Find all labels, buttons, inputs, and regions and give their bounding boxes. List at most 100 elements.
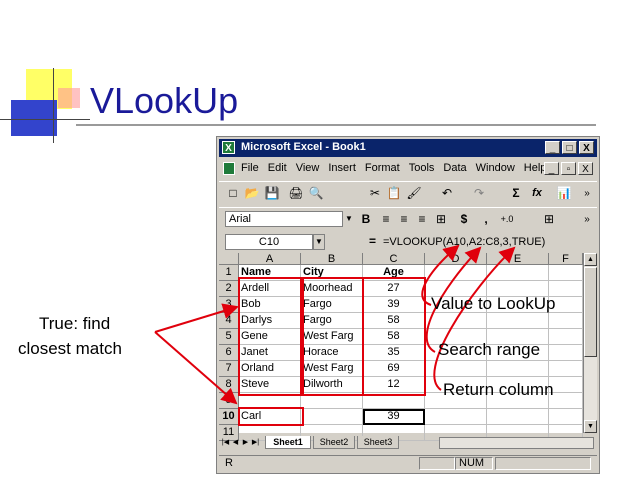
copy-icon[interactable]: 📋: [385, 185, 403, 202]
doc-close-button[interactable]: X: [578, 162, 593, 175]
table-cell[interactable]: West Farg: [301, 329, 363, 345]
table-cell[interactable]: Dilworth: [301, 377, 363, 393]
chart-wizard-icon[interactable]: 📊: [555, 185, 573, 202]
table-cell[interactable]: Darlys: [239, 313, 301, 329]
menu-edit[interactable]: Edit: [268, 162, 287, 174]
maximize-button[interactable]: □: [562, 141, 577, 154]
table-cell[interactable]: [487, 265, 549, 281]
table-cell[interactable]: [549, 393, 583, 409]
borders-icon[interactable]: ⊞: [541, 211, 557, 228]
formula-input[interactable]: =VLOOKUP(A10,A2:C8,3,TRUE): [383, 234, 545, 250]
next-sheet-icon[interactable]: ▶: [241, 437, 250, 448]
table-cell[interactable]: [549, 313, 583, 329]
table-cell[interactable]: 69: [363, 361, 425, 377]
scroll-down-icon[interactable]: ▼: [584, 420, 597, 433]
align-right-icon[interactable]: ≡: [415, 211, 429, 228]
menu-insert[interactable]: Insert: [328, 162, 356, 174]
table-cell[interactable]: City: [301, 265, 363, 281]
table-cell[interactable]: 39: [363, 409, 425, 425]
align-left-icon[interactable]: ≡: [379, 211, 393, 228]
table-cell[interactable]: [487, 361, 549, 377]
table-cell[interactable]: 58: [363, 329, 425, 345]
column-header-b[interactable]: B: [301, 253, 363, 265]
table-cell[interactable]: West Farg: [301, 361, 363, 377]
table-cell[interactable]: 35: [363, 345, 425, 361]
close-button[interactable]: X: [579, 141, 594, 154]
font-name-box[interactable]: Arial: [225, 211, 343, 227]
table-cell[interactable]: [425, 265, 487, 281]
table-cell[interactable]: Name: [239, 265, 301, 281]
column-header-e[interactable]: E: [487, 253, 549, 265]
last-sheet-icon[interactable]: ▶|: [251, 437, 260, 448]
scroll-thumb[interactable]: [584, 267, 597, 357]
row-header[interactable]: 6: [219, 345, 239, 361]
tab-sheet1[interactable]: Sheet1: [265, 436, 311, 449]
merge-center-icon[interactable]: ⊞: [433, 211, 449, 228]
table-cell[interactable]: [487, 409, 549, 425]
table-cell[interactable]: [425, 409, 487, 425]
table-cell[interactable]: 39: [363, 297, 425, 313]
new-icon[interactable]: □: [225, 185, 241, 202]
scroll-up-icon[interactable]: ▲: [584, 253, 597, 266]
table-cell[interactable]: [301, 393, 363, 409]
table-cell[interactable]: Steve: [239, 377, 301, 393]
open-icon[interactable]: 📂: [243, 185, 261, 202]
table-cell[interactable]: [425, 313, 487, 329]
table-cell[interactable]: Janet: [239, 345, 301, 361]
select-all-corner[interactable]: [219, 253, 239, 265]
table-cell[interactable]: [425, 361, 487, 377]
table-cell[interactable]: [487, 313, 549, 329]
comma-style-icon[interactable]: ,: [481, 211, 491, 228]
print-preview-icon[interactable]: 🔍: [307, 185, 325, 202]
doc-restore-button[interactable]: ▫: [561, 162, 576, 175]
row-header[interactable]: 4: [219, 313, 239, 329]
column-header-c[interactable]: C: [363, 253, 425, 265]
row-header[interactable]: 7: [219, 361, 239, 377]
row-header[interactable]: 2: [219, 281, 239, 297]
table-cell[interactable]: [549, 361, 583, 377]
table-cell[interactable]: [363, 393, 425, 409]
row-header[interactable]: 5: [219, 329, 239, 345]
menu-view[interactable]: View: [296, 162, 320, 174]
table-cell[interactable]: Fargo: [301, 313, 363, 329]
tab-sheet3[interactable]: Sheet3: [357, 436, 399, 449]
menu-data[interactable]: Data: [443, 162, 466, 174]
table-cell[interactable]: Orland: [239, 361, 301, 377]
workbook-icon[interactable]: [223, 162, 235, 175]
column-header-a[interactable]: A: [239, 253, 301, 265]
save-icon[interactable]: 💾: [263, 185, 281, 202]
table-cell[interactable]: [549, 409, 583, 425]
more-format-buttons-icon[interactable]: »: [581, 211, 593, 228]
menu-help[interactable]: Help: [524, 162, 547, 174]
table-cell[interactable]: [549, 345, 583, 361]
vertical-scrollbar[interactable]: ▲ ▼: [583, 253, 597, 433]
excel-title-bar[interactable]: X Microsoft Excel - Book1 _ □ X: [219, 139, 597, 157]
table-cell[interactable]: Age: [363, 265, 425, 281]
menu-file[interactable]: File: [241, 162, 259, 174]
font-dropdown-icon[interactable]: ▼: [343, 211, 355, 227]
table-cell[interactable]: Horace: [301, 345, 363, 361]
table-cell[interactable]: [301, 409, 363, 425]
menu-format[interactable]: Format: [365, 162, 400, 174]
autosum-icon[interactable]: Σ: [509, 185, 523, 202]
function-icon[interactable]: fx: [529, 185, 545, 202]
prev-sheet-icon[interactable]: ◀: [231, 437, 240, 448]
first-sheet-icon[interactable]: |◀: [221, 437, 230, 448]
table-cell[interactable]: 12: [363, 377, 425, 393]
column-header-f[interactable]: F: [549, 253, 583, 265]
row-header[interactable]: 3: [219, 297, 239, 313]
more-buttons-icon[interactable]: »: [581, 185, 593, 202]
table-cell[interactable]: [549, 329, 583, 345]
name-box-dropdown-icon[interactable]: ▼: [313, 234, 325, 250]
minimize-button[interactable]: _: [545, 141, 560, 154]
currency-icon[interactable]: $: [457, 211, 471, 228]
align-center-icon[interactable]: ≡: [397, 211, 411, 228]
cut-icon[interactable]: ✂: [367, 185, 383, 202]
row-header[interactable]: 9: [219, 393, 239, 409]
undo-icon[interactable]: ↶: [439, 185, 455, 202]
increase-decimal-icon[interactable]: +.0: [495, 211, 519, 228]
print-icon[interactable]: 🖨: [287, 185, 305, 202]
table-cell[interactable]: [549, 265, 583, 281]
redo-icon[interactable]: ↷: [471, 185, 487, 202]
table-cell[interactable]: Fargo: [301, 297, 363, 313]
